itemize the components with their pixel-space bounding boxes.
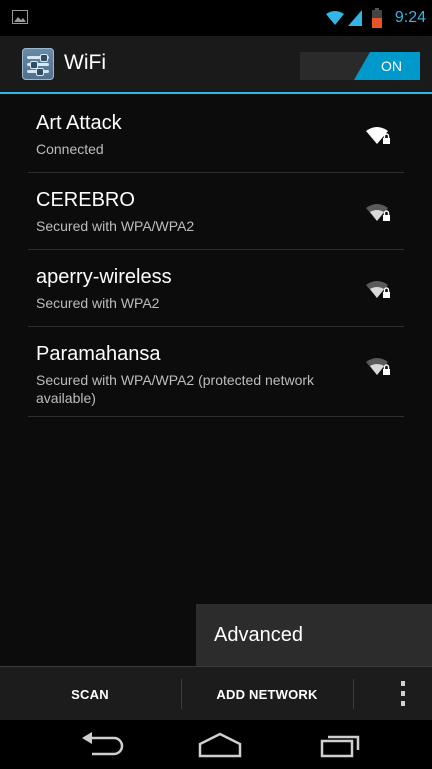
network-name: CEREBRO: [36, 189, 135, 211]
toggle-label: ON: [381, 58, 402, 74]
network-status: Secured with WPA/WPA2 (protected network…: [36, 372, 315, 406]
network-status: Secured with WPA/WPA2: [36, 218, 195, 234]
wifi-lock-icon: [366, 127, 390, 144]
settings-app-icon[interactable]: [22, 48, 54, 80]
overflow-menu: Advanced: [196, 604, 432, 666]
network-item-paramahansa[interactable]: Paramahansa Secured with WPA/WPA2 (prote…: [0, 327, 432, 417]
status-clock: 9:24: [394, 9, 426, 26]
network-name: aperry-wireless: [36, 266, 172, 288]
wifi-lock-icon: [366, 358, 390, 375]
recent-apps-icon[interactable]: [318, 732, 362, 758]
wifi-icon: [326, 11, 344, 25]
row-divider: [28, 416, 404, 417]
wifi-lock-icon: [366, 204, 390, 221]
wifi-lock-icon: [366, 281, 390, 298]
signal-icon: [348, 10, 362, 26]
battery-icon: [372, 8, 382, 28]
image-notification-icon: [12, 10, 28, 24]
network-list: Art Attack Connected CEREBRO Secured wit…: [0, 96, 432, 417]
back-icon[interactable]: [80, 732, 126, 758]
page-title: WiFi: [64, 51, 106, 74]
home-icon[interactable]: [196, 732, 244, 758]
add-network-button[interactable]: ADD NETWORK: [182, 667, 352, 721]
network-item-aperry-wireless[interactable]: aperry-wireless Secured with WPA2: [0, 250, 432, 327]
status-bar: 9:24: [0, 0, 432, 36]
network-status: Connected: [36, 141, 104, 157]
toggle-on-state: ON: [354, 52, 420, 80]
overflow-menu-icon[interactable]: [398, 679, 408, 709]
network-item-cerebro[interactable]: CEREBRO Secured with WPA/WPA2: [0, 173, 432, 250]
scan-button[interactable]: SCAN: [0, 667, 180, 721]
action-bar-divider: [0, 92, 432, 94]
menu-item-advanced[interactable]: Advanced: [214, 624, 303, 647]
network-status: Secured with WPA2: [36, 295, 160, 311]
network-item-art-attack[interactable]: Art Attack Connected: [0, 96, 432, 173]
bottom-action-bar: SCAN ADD NETWORK: [0, 666, 432, 721]
network-name: Paramahansa: [36, 343, 161, 365]
button-divider: [353, 679, 354, 709]
navigation-bar: [0, 720, 432, 769]
network-name: Art Attack: [36, 112, 122, 134]
wifi-toggle[interactable]: ON: [300, 52, 420, 80]
